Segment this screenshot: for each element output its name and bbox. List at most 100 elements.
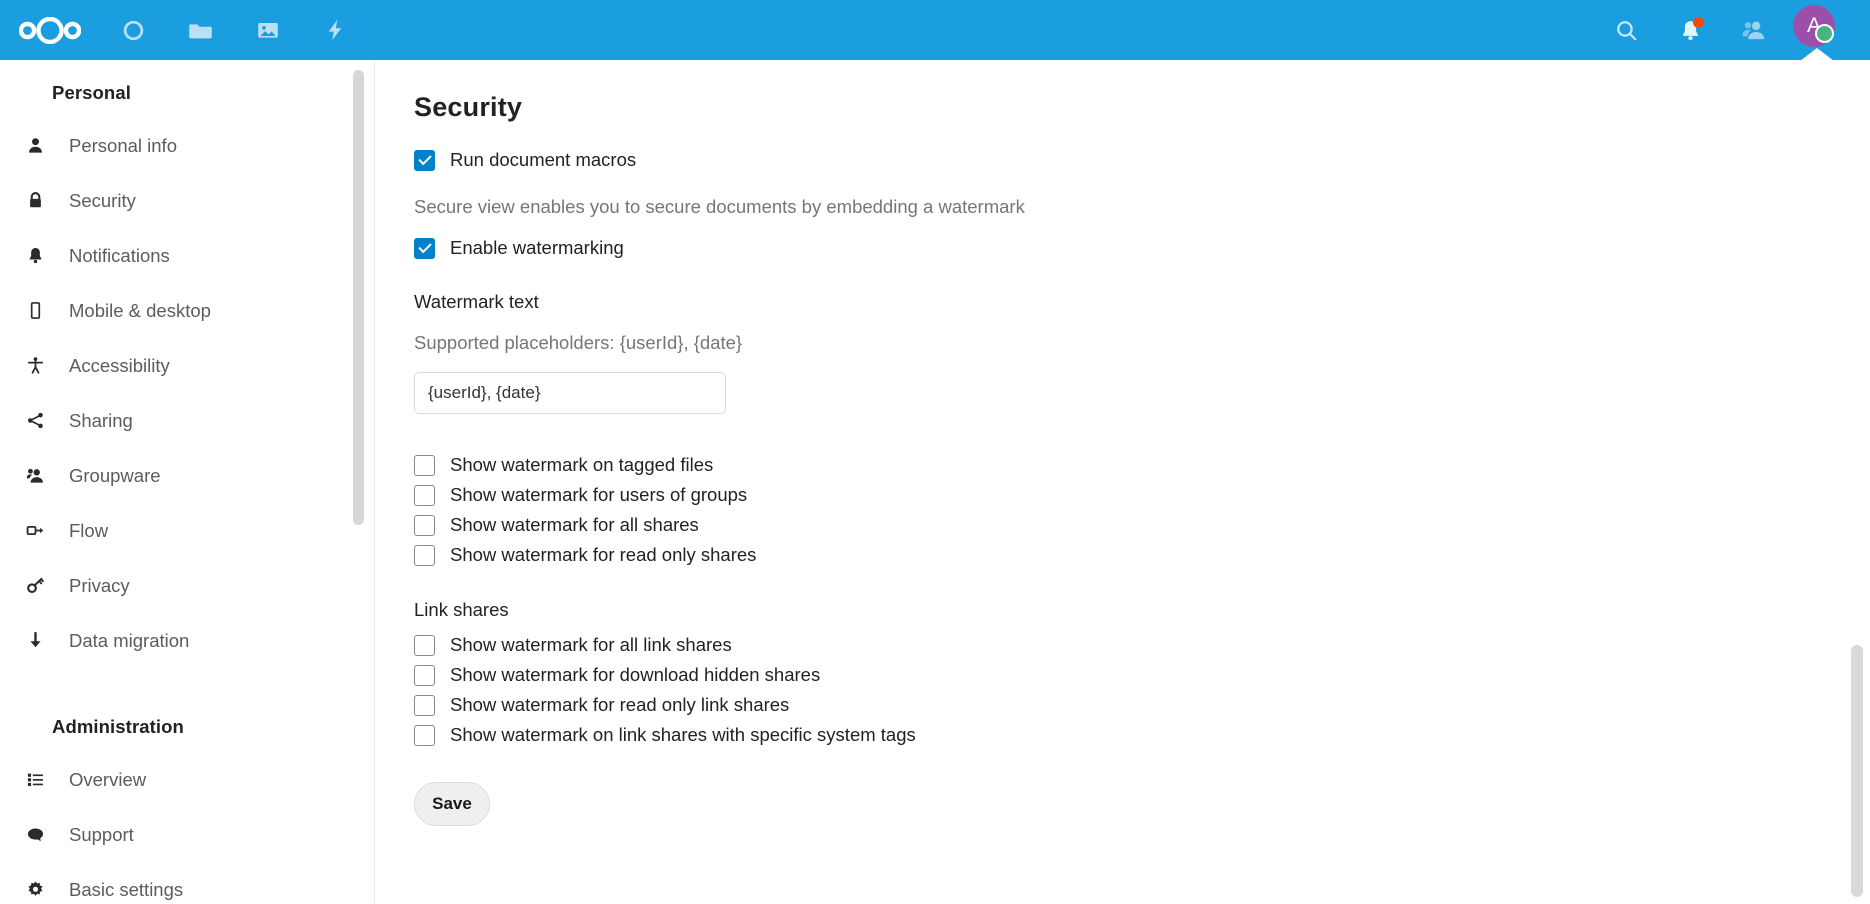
checkbox-label: Show watermark for users of groups	[450, 484, 748, 505]
sidebar-item-label: Notifications	[69, 244, 170, 266]
sidebar-item-personal-info[interactable]: Personal info	[0, 118, 374, 173]
checkbox-watermark-download-hidden-shares[interactable]: Show watermark for download hidden share…	[414, 660, 1870, 690]
contacts-button[interactable]	[1722, 0, 1786, 60]
sidebar-item-label: Flow	[69, 519, 109, 541]
page-scrollbar[interactable]	[1851, 645, 1863, 897]
sidebar-item-support[interactable]: Support	[0, 807, 374, 862]
sidebar-item-label: Sharing	[69, 409, 133, 431]
lock-icon	[18, 191, 52, 210]
checkbox-box	[414, 544, 435, 566]
sidebar-item-label: Basic settings	[69, 878, 184, 900]
enable-watermarking-section: Enable watermarking	[414, 237, 1870, 259]
sidebar-item-label: Data migration	[69, 629, 190, 651]
checkbox-box	[414, 484, 435, 506]
checkbox-box	[414, 454, 435, 476]
sidebar-item-overview[interactable]: Overview	[0, 752, 374, 807]
bell-icon	[18, 246, 52, 265]
checkbox-box	[414, 694, 435, 716]
accessibility-icon	[18, 356, 52, 375]
nav-files[interactable]	[167, 0, 234, 60]
sidebar-item-notifications[interactable]: Notifications	[0, 228, 374, 283]
checkbox-box	[414, 664, 435, 686]
sidebar-item-label: Mobile & desktop	[69, 299, 211, 321]
sidebar-item-label: Accessibility	[69, 354, 170, 376]
nextcloud-logo[interactable]	[0, 0, 100, 60]
flow-icon	[18, 521, 52, 540]
checkbox-label: Show watermark for download hidden share…	[450, 664, 821, 685]
sidebar-item-mobile-desktop[interactable]: Mobile & desktop	[0, 283, 374, 338]
checkbox-watermark-tagged-files[interactable]: Show watermark on tagged files	[414, 450, 1870, 480]
checkbox-box	[414, 514, 435, 536]
checkbox-label: Show watermark for read only shares	[450, 544, 757, 565]
checkbox-watermark-all-link-shares[interactable]: Show watermark for all link shares	[414, 630, 1870, 660]
checkbox-label: Run document macros	[450, 149, 637, 170]
checkbox-label: Enable watermarking	[450, 237, 624, 258]
sidebar-item-label: Overview	[69, 768, 147, 790]
lightning-icon	[328, 20, 341, 40]
watermark-text-label: Watermark text	[414, 291, 539, 312]
notifications-button[interactable]	[1658, 0, 1722, 60]
sidebar-item-accessibility[interactable]: Accessibility	[0, 338, 374, 393]
header-right-actions: A	[1594, 0, 1870, 61]
nav-activity[interactable]	[301, 0, 368, 60]
checkbox-watermark-read-only-link-shares[interactable]: Show watermark for read only link shares	[414, 690, 1870, 720]
image-icon	[257, 22, 278, 38]
sidebar-item-sharing[interactable]: Sharing	[0, 393, 374, 448]
download-icon	[18, 631, 52, 650]
share-watermark-options: Show watermark on tagged files Show wate…	[414, 450, 1870, 570]
settings-sidebar: Personal Personal info Security Notifica…	[0, 60, 375, 904]
sidebar-item-security[interactable]: Security	[0, 173, 374, 228]
user-menu-caret	[1800, 48, 1834, 61]
nav-photos[interactable]	[234, 0, 301, 60]
speech-bubble-icon	[18, 825, 52, 844]
folder-icon	[189, 23, 212, 38]
sidebar-item-flow[interactable]: Flow	[0, 503, 374, 558]
sidebar-item-label: Groupware	[69, 464, 161, 486]
save-section: Save	[414, 782, 1870, 826]
sidebar-item-basic-settings[interactable]: Basic settings	[0, 862, 374, 904]
checkbox-watermark-link-shares-system-tags[interactable]: Show watermark on link shares with speci…	[414, 720, 1870, 750]
nav-dashboard[interactable]	[100, 0, 167, 60]
checkbox-box	[414, 634, 435, 656]
circle-icon	[123, 20, 144, 40]
watermark-text-section: Watermark text Supported placeholders: {…	[414, 291, 1870, 414]
checkbox-enable-watermarking[interactable]: Enable watermarking	[414, 237, 1870, 259]
sidebar-item-label: Privacy	[69, 574, 130, 596]
mobile-icon	[18, 301, 52, 320]
checkbox-watermark-all-shares[interactable]: Show watermark for all shares	[414, 510, 1870, 540]
online-status-indicator	[1815, 24, 1834, 43]
sidebar-item-label: Personal info	[69, 134, 177, 156]
notification-badge	[1693, 17, 1704, 28]
link-shares-title: Link shares	[414, 599, 509, 620]
save-button[interactable]: Save	[414, 782, 490, 826]
list-icon	[18, 770, 52, 789]
link-shares-section: Link shares Show watermark for all link …	[414, 599, 1870, 750]
settings-content: Security Run document macros Secure view…	[376, 60, 1870, 904]
header-nav-icons	[100, 0, 368, 60]
checkbox-label: Show watermark on link shares with speci…	[450, 724, 916, 745]
nextcloud-logo-icon	[19, 16, 81, 44]
key-icon	[18, 576, 52, 595]
sidebar-item-privacy[interactable]: Privacy	[0, 558, 374, 613]
checkbox-watermark-read-only-shares[interactable]: Show watermark for read only shares	[414, 540, 1870, 570]
contacts-icon	[1742, 21, 1765, 40]
description-text: Secure view enables you to secure docume…	[414, 196, 1025, 217]
sidebar-section-administration-title: Administration	[52, 716, 184, 737]
sidebar-scrollbar[interactable]	[353, 70, 364, 525]
checkbox-watermark-users-of-groups[interactable]: Show watermark for users of groups	[414, 480, 1870, 510]
search-button[interactable]	[1594, 0, 1658, 60]
placeholders-hint: Supported placeholders: {userId}, {date}	[414, 332, 743, 353]
checkbox-label: Show watermark for all shares	[450, 514, 699, 535]
sidebar-item-label: Security	[69, 189, 136, 211]
checkbox-label: Show watermark for all link shares	[450, 634, 732, 655]
secure-view-description: Secure view enables you to secure docume…	[414, 196, 1870, 218]
checkbox-label: Show watermark for read only link shares	[450, 694, 790, 715]
checkbox-box	[414, 724, 435, 746]
user-menu-button[interactable]: A	[1786, 0, 1848, 61]
checkbox-run-document-macros[interactable]: Run document macros	[414, 149, 1870, 171]
sidebar-item-groupware[interactable]: Groupware	[0, 448, 374, 503]
sidebar-item-data-migration[interactable]: Data migration	[0, 613, 374, 668]
checkbox-label: Show watermark on tagged files	[450, 454, 714, 475]
watermark-text-input[interactable]	[414, 372, 726, 414]
